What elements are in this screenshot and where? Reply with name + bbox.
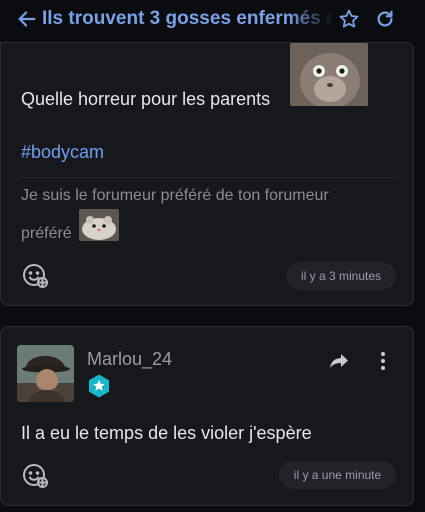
timestamp-badge: il y a une minute (279, 461, 396, 489)
refresh-icon[interactable] (374, 8, 396, 30)
timestamp-badge: il y a 3 minutes (286, 262, 396, 290)
post-card: Marlou_24 Il a eu le temps de les violer… (0, 326, 414, 506)
add-reaction-icon[interactable] (21, 461, 49, 489)
signature-line-1: Je suis le forumeur préféré de ton forum… (21, 187, 329, 204)
author-name[interactable]: Marlou_24 (87, 349, 172, 370)
hamster-sticker-image (79, 209, 119, 241)
arrow-left-icon[interactable] (14, 6, 40, 32)
post-card: Quelle horreur pour les parents #bodycam… (0, 42, 414, 306)
more-options-icon[interactable] (371, 349, 395, 373)
avatar[interactable] (17, 345, 74, 402)
signature-divider (21, 177, 397, 178)
add-reaction-icon[interactable] (21, 261, 49, 289)
post-text: Quelle horreur pour les parents (21, 89, 271, 109)
post-text: Il a eu le temps de les violer j'espère (21, 423, 312, 443)
hashtag-link[interactable]: #bodycam (21, 142, 104, 163)
page-title: Ils trouvent 3 gosses enfermés dans (42, 8, 334, 29)
star-badge-icon (86, 373, 112, 399)
signature-line-2: préféré (21, 225, 72, 242)
cat-sticker-image (290, 43, 368, 106)
top-bar: Ils trouvent 3 gosses enfermés dans (0, 0, 425, 40)
share-icon[interactable] (327, 349, 351, 373)
star-icon[interactable] (338, 8, 360, 30)
